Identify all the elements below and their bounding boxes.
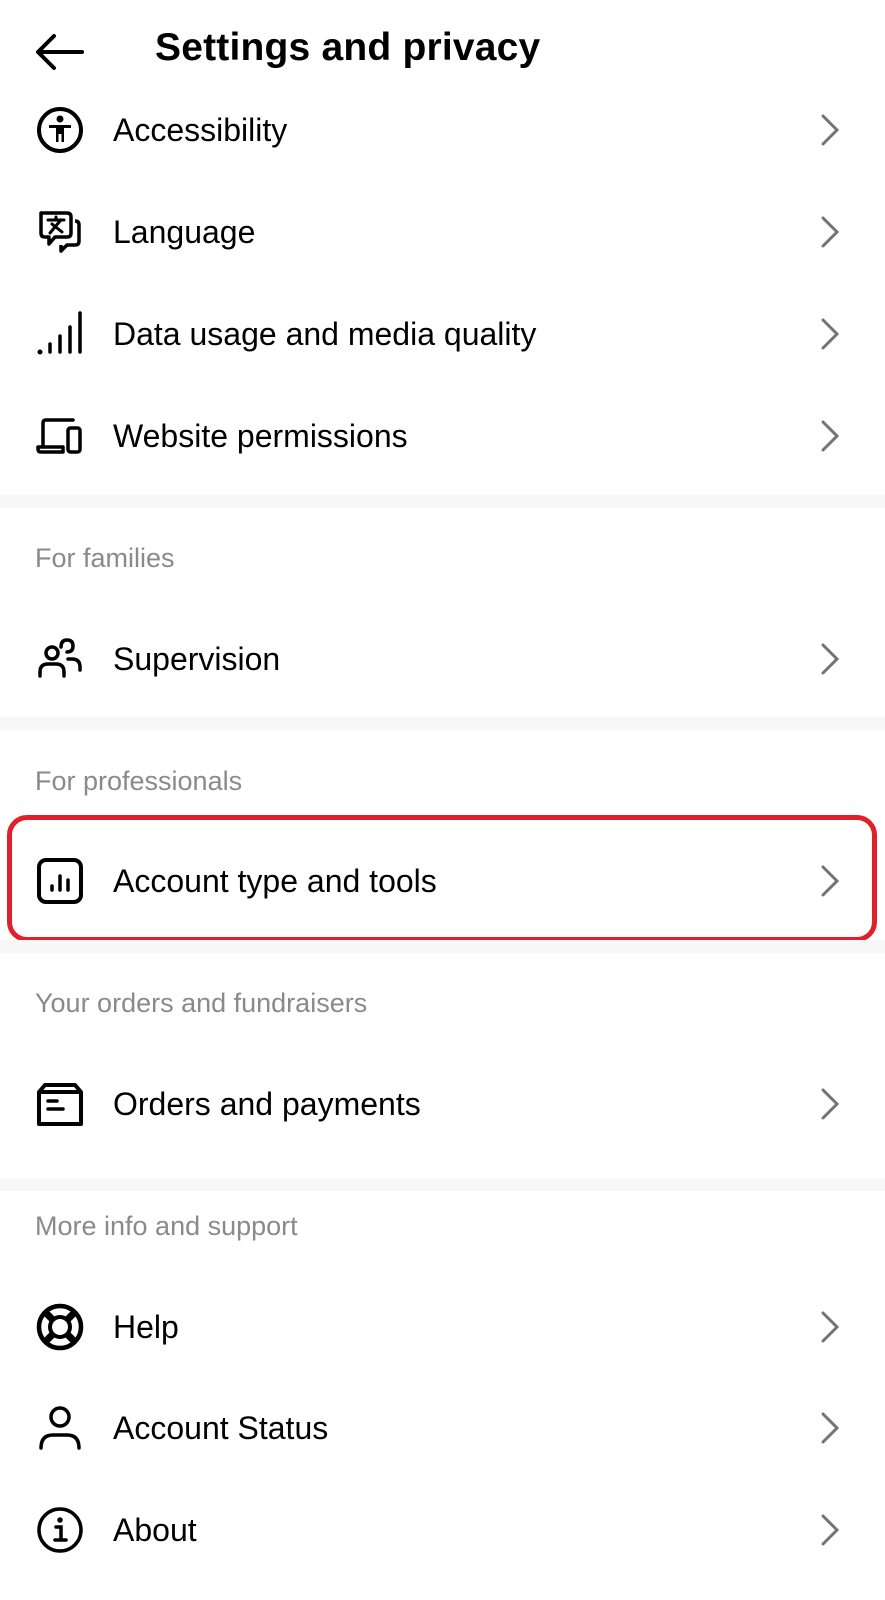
- section-divider: [0, 940, 885, 953]
- info-icon: [34, 1504, 86, 1556]
- section-divider: [0, 717, 885, 730]
- person-icon: [34, 1402, 86, 1454]
- settings-item-about[interactable]: About: [0, 1480, 885, 1580]
- accessibility-icon: [34, 104, 86, 156]
- language-icon: [34, 206, 86, 258]
- chevron-right-icon: [818, 110, 842, 150]
- devices-icon: [34, 410, 86, 462]
- back-button[interactable]: [30, 28, 88, 76]
- settings-item-label: Orders and payments: [113, 1085, 421, 1122]
- chevron-right-icon: [818, 1084, 842, 1124]
- settings-item-website-permissions[interactable]: Website permissions: [0, 386, 885, 486]
- settings-item-label: Language: [113, 213, 256, 250]
- section-header-orders: Your orders and fundraisers: [35, 988, 368, 1018]
- settings-item-language[interactable]: Language: [0, 182, 885, 282]
- settings-item-label: Account type and tools: [113, 862, 437, 899]
- section-header-professionals: For professionals: [35, 766, 243, 796]
- settings-item-orders-and-payments[interactable]: Orders and payments: [0, 1054, 885, 1154]
- settings-item-label: Accessibility: [113, 111, 288, 148]
- lifebuoy-icon: [34, 1301, 86, 1353]
- settings-item-accessibility[interactable]: Accessibility: [0, 80, 885, 180]
- settings-item-supervision[interactable]: Supervision: [0, 609, 885, 709]
- settings-item-label: Help: [113, 1308, 179, 1345]
- settings-item-account-type-and-tools[interactable]: Account type and tools: [0, 831, 885, 931]
- settings-item-data-usage[interactable]: Data usage and media quality: [0, 284, 885, 384]
- section-divider: [0, 495, 885, 508]
- chevron-right-icon: [818, 861, 842, 901]
- settings-item-help[interactable]: Help: [0, 1277, 885, 1377]
- section-header-more-info: More info and support: [35, 1211, 298, 1241]
- signal-bars-icon: [34, 308, 86, 360]
- settings-item-account-status[interactable]: Account Status: [0, 1378, 885, 1478]
- chevron-right-icon: [818, 314, 842, 354]
- section-divider: [0, 1178, 885, 1191]
- supervision-icon: [34, 633, 86, 685]
- settings-item-label: Data usage and media quality: [113, 315, 537, 352]
- chevron-right-icon: [818, 1307, 842, 1347]
- settings-item-label: Website permissions: [113, 417, 408, 454]
- orders-box-icon: [34, 1078, 86, 1130]
- chevron-right-icon: [818, 1510, 842, 1550]
- section-header-families: For families: [35, 543, 175, 573]
- arrow-left-icon: [36, 34, 84, 70]
- chevron-right-icon: [818, 212, 842, 252]
- settings-item-label: About: [113, 1511, 197, 1548]
- page-title: Settings and privacy: [155, 26, 541, 69]
- settings-item-label: Supervision: [113, 640, 281, 677]
- chevron-right-icon: [818, 416, 842, 456]
- insights-chart-icon: [34, 855, 86, 907]
- chevron-right-icon: [818, 1408, 842, 1448]
- chevron-right-icon: [818, 639, 842, 679]
- settings-item-label: Account Status: [113, 1409, 329, 1446]
